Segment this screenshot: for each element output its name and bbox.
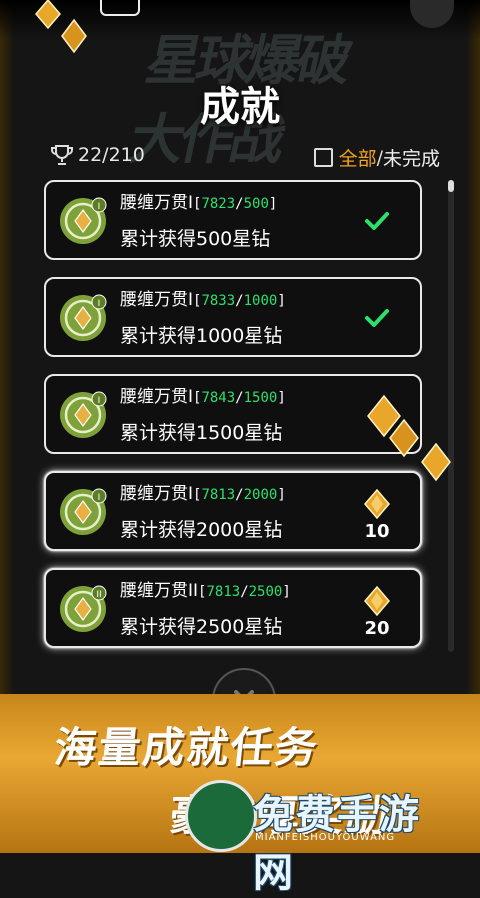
svg-text:I: I xyxy=(98,202,101,212)
achievement-level: II xyxy=(188,581,199,601)
achievement-badge-icon: I xyxy=(60,197,107,244)
achievement-card[interactable]: I 腰缠万贯I[7823/500] 累计获得500星钻 xyxy=(44,180,422,260)
progress-target: 500 xyxy=(243,196,269,212)
trophy-counter: 22/210 xyxy=(50,144,145,166)
achievement-title: 腰缠万贯I[7843/1500] xyxy=(120,387,286,407)
floating-gem-icon xyxy=(367,394,451,482)
trophy-icon xyxy=(51,145,73,165)
check-icon xyxy=(365,309,389,327)
achievement-badge-icon: I xyxy=(60,488,107,535)
trophy-count: 22/210 xyxy=(78,144,145,166)
reward-button[interactable]: 10 xyxy=(360,489,394,542)
achievement-badge-icon: I xyxy=(60,294,107,341)
reward-amount: 20 xyxy=(364,618,390,639)
achievement-title: 腰缠万贯I[7813/2000] xyxy=(120,484,286,504)
achievement-desc: 累计获得2000星钻 xyxy=(120,519,283,541)
filter-checkbox[interactable] xyxy=(313,148,333,167)
achievement-title: 腰缠万贯II[7813/2500] xyxy=(120,581,291,601)
achievement-desc: 累计获得500星钻 xyxy=(120,228,271,250)
progress-current: 7843 xyxy=(201,390,236,406)
progress-current: 7823 xyxy=(201,196,236,212)
progress-target: 1500 xyxy=(243,390,278,406)
filter-incomplete[interactable]: 未完成 xyxy=(383,144,440,171)
gem-icon xyxy=(364,586,390,616)
filter-all[interactable]: 全部 xyxy=(339,144,377,171)
svg-text:I: I xyxy=(98,396,101,406)
achievement-card[interactable]: I 腰缠万贯I[7833/1000] 累计获得1000星钻 xyxy=(44,277,422,357)
progress-target: 2000 xyxy=(243,487,278,503)
gem-icon xyxy=(364,489,390,519)
achievement-name: 腰缠万贯 xyxy=(120,484,188,504)
reward-button[interactable]: 20 xyxy=(360,586,394,639)
achievement-badge-icon: I xyxy=(60,391,107,438)
achievement-desc: 累计获得2500星钻 xyxy=(120,616,283,638)
watermark-logo-icon xyxy=(185,780,257,852)
svg-text:II: II xyxy=(96,590,101,600)
achievement-desc: 累计获得1500星钻 xyxy=(120,422,283,444)
progress-current: 7833 xyxy=(201,293,236,309)
progress-target: 1000 xyxy=(243,293,278,309)
scroll-thumb[interactable] xyxy=(448,180,454,192)
achievement-name: 腰缠万贯 xyxy=(120,193,188,213)
check-icon xyxy=(365,212,389,230)
achievement-desc: 累计获得1000星钻 xyxy=(120,325,283,347)
svg-text:I: I xyxy=(98,299,101,309)
svg-text:I: I xyxy=(98,493,101,503)
achievement-name: 腰缠万贯 xyxy=(120,290,188,310)
banner-line-1: 海量成就任务 xyxy=(52,723,322,772)
progress-target: 2500 xyxy=(248,584,283,600)
achievement-card[interactable]: II 腰缠万贯II[7813/2500] 累计获得2500星钻 20 xyxy=(44,568,422,648)
reward-amount: 10 xyxy=(364,521,390,542)
filter-toggle[interactable]: 全部 / 未完成 xyxy=(313,144,440,171)
watermark-subtext: MIANFEISHOUYOUWANG xyxy=(255,832,396,843)
site-watermark: 免费手游网 MIANFEISHOUYOUWANG xyxy=(185,778,455,896)
page-title: 成就 xyxy=(200,84,280,130)
achievement-badge-icon: II xyxy=(60,585,107,632)
progress-current: 7813 xyxy=(206,584,241,600)
achievement-name: 腰缠万贯 xyxy=(120,387,188,407)
floating-gem-icon xyxy=(35,0,87,54)
achievement-title: 腰缠万贯I[7823/500] xyxy=(120,193,278,213)
coin-counter-box xyxy=(100,0,140,16)
achievement-title: 腰缠万贯I[7833/1000] xyxy=(120,290,286,310)
achievement-name: 腰缠万贯 xyxy=(120,581,188,601)
progress-current: 7813 xyxy=(201,487,236,503)
